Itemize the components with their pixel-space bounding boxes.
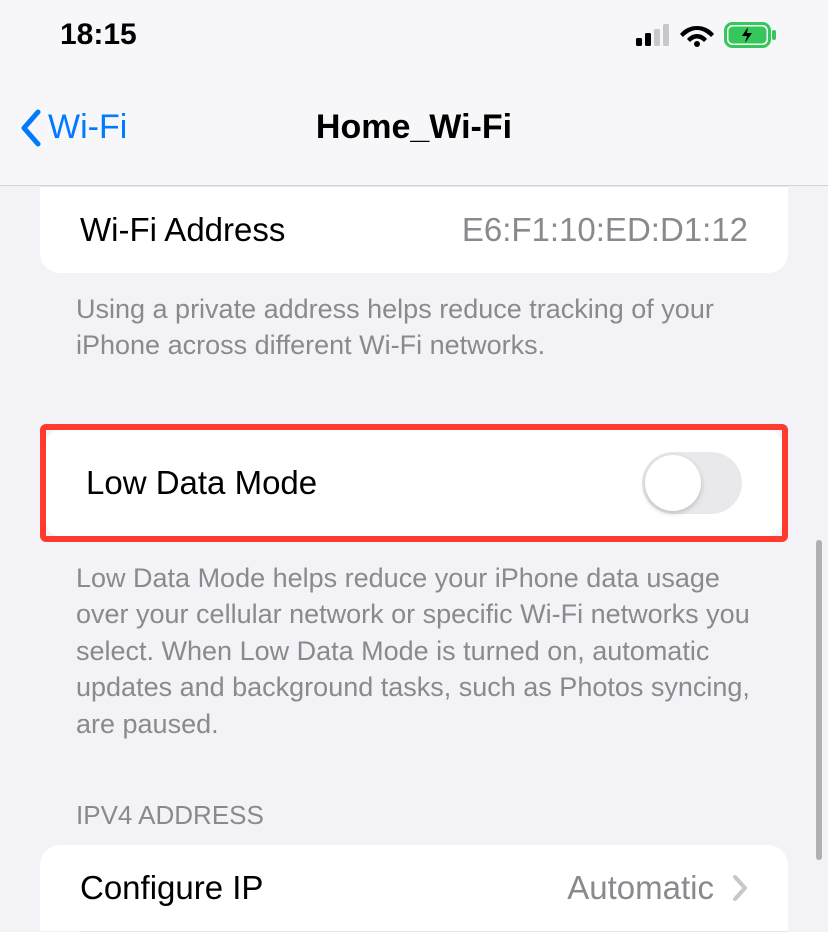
chevron-right-icon <box>732 874 748 902</box>
status-bar: 18:15 <box>0 0 828 70</box>
low-data-mode-highlight: Low Data Mode <box>40 424 788 542</box>
chevron-left-icon <box>18 108 42 148</box>
navigation-bar: Wi-Fi Home_Wi-Fi <box>0 70 828 186</box>
low-data-mode-footer: Low Data Mode helps reduce your iPhone d… <box>0 542 828 742</box>
battery-charging-icon <box>724 22 778 48</box>
toggle-knob <box>645 455 701 511</box>
status-icons <box>636 22 778 48</box>
wifi-address-label: Wi-Fi Address <box>80 211 285 249</box>
wifi-icon <box>680 23 714 47</box>
cellular-signal-icon <box>636 24 670 46</box>
back-button[interactable]: Wi-Fi <box>18 108 127 148</box>
scrollbar[interactable] <box>816 540 822 860</box>
low-data-mode-row[interactable]: Low Data Mode <box>46 430 782 536</box>
private-address-footer: Using a private address helps reduce tra… <box>0 273 828 364</box>
low-data-mode-label: Low Data Mode <box>86 464 317 502</box>
wifi-address-value: E6:F1:10:ED:D1:12 <box>462 211 748 249</box>
wifi-address-row[interactable]: Wi-Fi Address E6:F1:10:ED:D1:12 <box>40 187 788 273</box>
configure-ip-row[interactable]: Configure IP Automatic <box>40 845 788 931</box>
low-data-mode-toggle[interactable] <box>642 452 742 514</box>
configure-ip-label: Configure IP <box>80 869 263 907</box>
ipv4-section-header: IPV4 Address <box>0 786 828 845</box>
back-label: Wi-Fi <box>48 108 127 147</box>
configure-ip-value: Automatic <box>567 869 714 907</box>
settings-content: Wi-Fi Address E6:F1:10:ED:D1:12 Using a … <box>0 186 828 932</box>
ipv4-section: Configure IP Automatic <box>40 845 788 932</box>
status-time: 18:15 <box>60 18 137 52</box>
wifi-address-section: Wi-Fi Address E6:F1:10:ED:D1:12 <box>40 186 788 273</box>
